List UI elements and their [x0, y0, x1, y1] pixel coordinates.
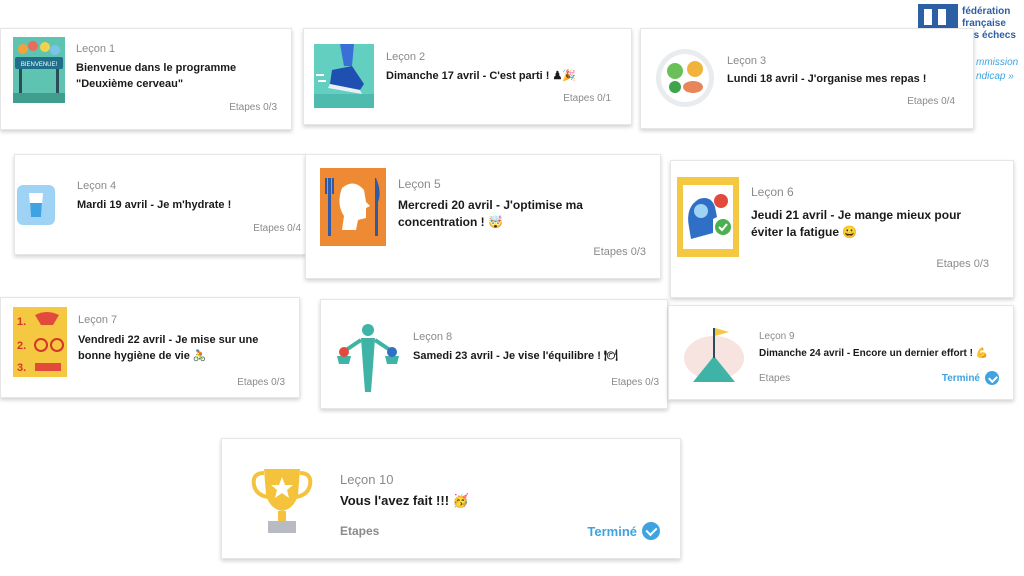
lesson-number: Leçon 2: [386, 51, 426, 63]
lesson-title: Lundi 18 avril - J'organise mes repas !: [727, 73, 927, 85]
lesson-number: Leçon 10: [340, 472, 394, 487]
completed-status: Terminé: [587, 522, 660, 540]
svg-text:3.: 3.: [17, 362, 26, 374]
lesson-number: Leçon 3: [727, 55, 767, 67]
lesson-steps: Etapes 0/3: [936, 258, 989, 270]
lesson-number: Leçon 1: [76, 43, 116, 55]
lesson-steps: Etapes 0/1: [563, 93, 611, 104]
lesson-number: Leçon 6: [751, 185, 794, 199]
lesson-title: Samedi 23 avril - Je vise l'équilibre ! …: [413, 350, 618, 362]
lesson-card-2[interactable]: Leçon 2 Dimanche 17 avril - C'est parti …: [303, 28, 632, 125]
completed-label: Terminé: [587, 523, 637, 539]
logo-sub-2: ndicap »: [976, 71, 1014, 82]
lesson-steps: Etapes 0/3: [593, 246, 646, 258]
lesson-title: Vous l'avez fait !!! 🥳: [340, 493, 469, 508]
water-glass-icon: [17, 185, 55, 225]
lesson-card-8[interactable]: Leçon 8 Samedi 23 avril - Je vise l'équi…: [320, 299, 668, 409]
lesson-steps: Etapes 0/4: [253, 223, 301, 234]
check-circle-icon: [642, 522, 660, 540]
lesson-card-4[interactable]: Leçon 4 Mardi 19 avril - Je m'hydrate ! …: [14, 154, 306, 255]
balance-person-icon: [335, 322, 401, 394]
svg-text:BIENVENUE!: BIENVENUE!: [21, 62, 58, 68]
trophy-icon: [250, 465, 314, 537]
completed-status: Terminé: [942, 371, 999, 385]
svg-text:1.: 1.: [17, 316, 26, 328]
bienvenue-banner-icon: BIENVENUE!: [13, 37, 65, 103]
lesson-number: Leçon 4: [77, 180, 117, 192]
head-cutlery-icon: [320, 168, 386, 246]
lesson-steps: Etapes 0/3: [611, 377, 659, 388]
hygiene-list-icon: 1. 2. 3.: [13, 307, 67, 377]
lesson-title: Dimanche 24 avril - Encore un dernier ef…: [759, 348, 989, 359]
meal-plate-icon: [655, 47, 715, 109]
lesson-card-3[interactable]: Leçon 3 Lundi 18 avril - J'organise mes …: [640, 28, 974, 129]
lesson-steps: Etapes: [759, 373, 791, 384]
lesson-title: Dimanche 17 avril - C'est parti ! ♟🎉: [386, 70, 577, 82]
logo-sub-1: mmission: [976, 57, 1019, 68]
mountain-flag-icon: [683, 322, 745, 384]
completed-label: Terminé: [941, 372, 980, 384]
lesson-card-10[interactable]: Leçon 10 Vous l'avez fait !!! 🥳 Etapes T…: [221, 438, 681, 559]
lesson-steps: Etapes: [340, 524, 380, 538]
lesson-steps: Etapes 0/4: [907, 96, 955, 107]
lesson-steps: Etapes 0/3: [229, 102, 277, 113]
lesson-title: Jeudi 21 avril - Je mange mieux pour évi…: [751, 208, 962, 240]
lesson-card-1[interactable]: BIENVENUE! Leçon 1 Bienvenue dans le pro…: [0, 28, 292, 130]
lesson-number: Leçon 7: [78, 314, 118, 326]
lesson-number: Leçon 5: [398, 177, 441, 191]
lesson-number: Leçon 9: [759, 331, 795, 342]
lesson-steps: Etapes 0/3: [237, 377, 285, 388]
lesson-card-7[interactable]: 1. 2. 3. Leçon 7 Vendredi 22 avril - Je …: [0, 297, 300, 398]
svg-text:2.: 2.: [17, 340, 26, 352]
check-circle-icon: [985, 371, 999, 385]
logo-line-1: fédération: [962, 6, 1011, 17]
lesson-title: Mercredi 20 avril - J'optimise ma concen…: [398, 198, 583, 230]
running-shoe-icon: [314, 44, 374, 108]
lesson-number: Leçon 8: [413, 331, 453, 343]
lesson-card-6[interactable]: Leçon 6 Jeudi 21 avril - Je mange mieux …: [670, 160, 1014, 298]
lesson-card-5[interactable]: Leçon 5 Mercredi 20 avril - J'optimise m…: [305, 154, 661, 279]
lesson-title: Bienvenue dans le programme "Deuxième ce…: [76, 62, 237, 90]
brain-apple-icon: [677, 177, 739, 257]
lesson-title: Vendredi 22 avril - Je mise sur une bonn…: [78, 334, 259, 362]
ffe-logo-mark: [918, 4, 958, 30]
lesson-title: Mardi 19 avril - Je m'hydrate !: [77, 199, 232, 211]
lesson-card-9[interactable]: Leçon 9 Dimanche 24 avril - Encore un de…: [668, 305, 1014, 400]
